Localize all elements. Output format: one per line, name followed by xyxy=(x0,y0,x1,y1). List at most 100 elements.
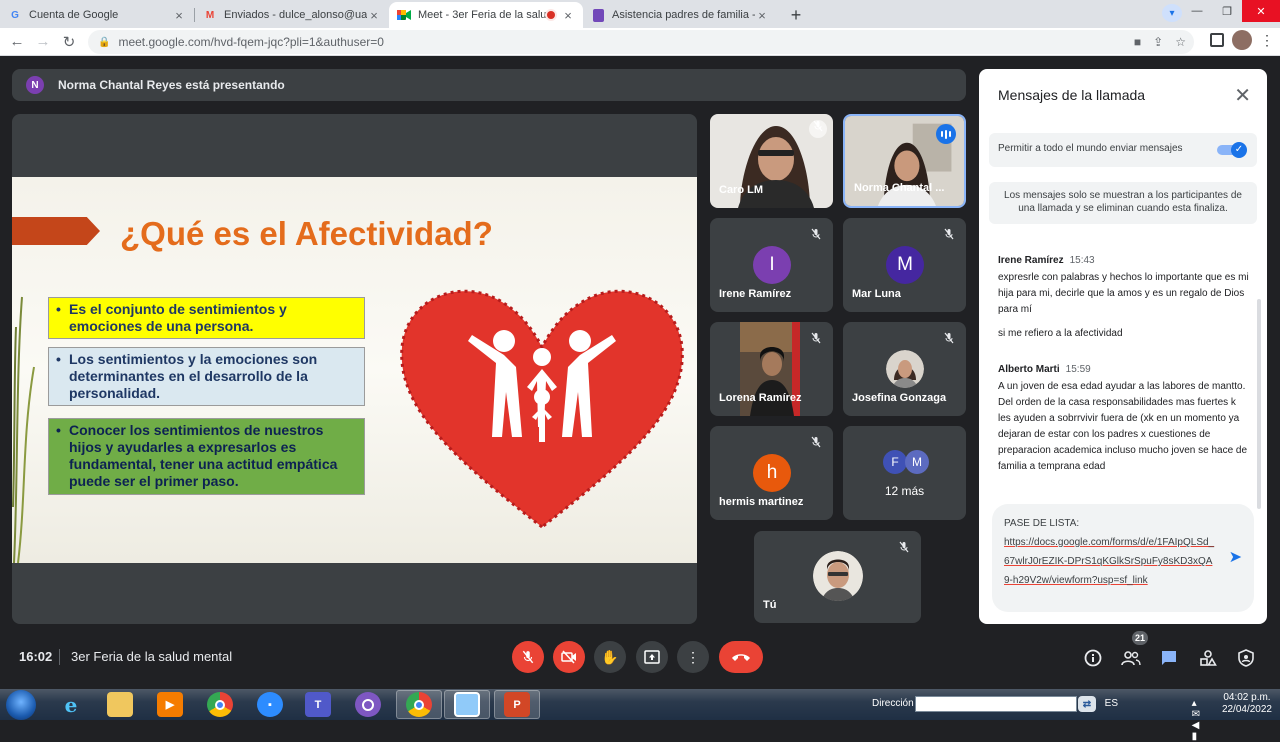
tab-title: Enviados - dulce_alonso@uaeh.e xyxy=(224,9,367,21)
compose-link-text[interactable]: https://docs.google.com/forms/d/e/1FAIpQ… xyxy=(1004,533,1216,590)
message-text: si me refiero a la afectividad xyxy=(998,328,1123,339)
presenting-text: Norma Chantal Reyes está presentando xyxy=(58,78,285,92)
participant-tile[interactable]: Norma Chantal ... xyxy=(843,114,966,208)
close-tab-icon[interactable]: × xyxy=(367,8,381,23)
close-tab-icon[interactable]: × xyxy=(561,8,575,23)
meet-control-bar: 16:02 3er Feria de la salud mental ✋ ⋮ 2… xyxy=(0,631,1280,683)
send-icon[interactable]: ➤ xyxy=(1229,548,1242,567)
meet-icon xyxy=(397,8,411,22)
gmail-icon: M xyxy=(205,9,215,21)
meet-window: N Norma Chantal Reyes está presentando ¿… xyxy=(0,57,1280,689)
chrome-icon[interactable] xyxy=(207,692,233,717)
participant-tile[interactable]: I Irene Ramírez xyxy=(710,218,833,312)
new-tab-button[interactable]: + xyxy=(783,2,809,28)
permission-label: Permitir a todo el mundo enviar mensajes xyxy=(998,143,1183,154)
tab-forms-attendance[interactable]: Asistencia padres de familia - For × xyxy=(583,2,777,28)
mic-off-icon xyxy=(522,650,534,664)
tab-title: Asistencia padres de familia - For xyxy=(612,9,755,21)
browser-menu-icon[interactable]: ⋮ xyxy=(1260,32,1274,49)
present-button[interactable] xyxy=(636,641,668,673)
participant-tile[interactable]: M Mar Luna xyxy=(843,218,966,312)
internet-explorer-icon[interactable]: e xyxy=(58,692,84,717)
tab-search-icon[interactable]: ▾ xyxy=(1162,4,1182,22)
teams-icon[interactable]: T xyxy=(305,692,331,717)
system-clock[interactable]: 04:02 p.m. 22/04/2022 xyxy=(1222,692,1272,716)
bookmark-star-icon[interactable]: ☆ xyxy=(1175,35,1186,49)
windows-start-button[interactable] xyxy=(6,690,36,720)
participant-tile[interactable]: Lorena Ramírez xyxy=(710,322,833,416)
browser-tab-strip: G Cuenta de Google × M Enviados - dulce_… xyxy=(0,0,1280,28)
chat-title: Mensajes de la llamada xyxy=(998,87,1146,103)
lock-icon[interactable]: 🔒 xyxy=(98,37,110,48)
activities-icon[interactable] xyxy=(1197,647,1219,669)
participant-name: Norma Chantal ... xyxy=(854,182,945,194)
close-tab-icon[interactable]: × xyxy=(755,8,769,23)
address-bar[interactable]: 🔒 meet.google.com/hvd-fqem-jqc?pli=1&aut… xyxy=(88,30,1194,54)
media-player-icon[interactable]: ▶ xyxy=(157,692,183,717)
chat-permission-row: Permitir a todo el mundo enviar mensajes… xyxy=(989,133,1257,167)
microphone-off-button[interactable] xyxy=(512,641,544,673)
presentation-slide: ¿Qué es el Afectividad? Es el conjunto d… xyxy=(12,177,697,563)
message-author: Irene Ramírez xyxy=(998,255,1064,266)
presentation-stage[interactable]: ¿Qué es el Afectividad? Es el conjunto d… xyxy=(12,114,697,624)
raise-hand-button[interactable]: ✋ xyxy=(594,641,626,673)
participant-name: Caro LM xyxy=(719,184,763,196)
tab-meet[interactable]: Meet - 3er Feria de la salud m × xyxy=(389,2,583,28)
participant-name: hermis martinez xyxy=(719,496,804,508)
host-controls-icon[interactable] xyxy=(1235,647,1257,669)
forward-arrow-icon[interactable]: → xyxy=(30,29,56,55)
message-compose-box[interactable]: PASE DE LISTA: https://docs.google.com/f… xyxy=(992,504,1254,612)
leave-call-button[interactable] xyxy=(719,641,763,673)
permission-toggle[interactable]: ✓ xyxy=(1217,142,1247,158)
share-icon[interactable]: ⇪ xyxy=(1153,35,1163,49)
participant-tile[interactable]: Josefina Gonzaga xyxy=(843,322,966,416)
back-arrow-icon[interactable]: ← xyxy=(4,29,30,55)
zoom-icon[interactable]: ▪ xyxy=(257,692,283,717)
tray-icons[interactable]: ▴ ✉ ◀ ▮ xyxy=(1192,698,1200,742)
self-tile[interactable]: Tú xyxy=(754,531,921,623)
file-explorer-icon[interactable] xyxy=(107,692,133,717)
close-icon[interactable]: ✕ xyxy=(1234,83,1251,108)
meeting-title: 3er Feria de la salud mental xyxy=(71,649,233,664)
mic-off-icon xyxy=(809,120,827,138)
mic-off-icon xyxy=(809,228,823,242)
window-thumbnail-icon xyxy=(454,692,480,717)
omnibox-actions: ■ ⇪ ☆ xyxy=(1134,30,1186,54)
address-toolbar-input[interactable] xyxy=(915,696,1077,712)
participant-tile[interactable]: h hermis martinez xyxy=(710,426,833,520)
participant-count-badge: 21 xyxy=(1132,631,1148,645)
people-icon[interactable] xyxy=(1120,647,1142,669)
profile-avatar[interactable] xyxy=(1232,30,1252,50)
present-screen-icon xyxy=(644,650,660,664)
go-arrow-icon[interactable]: ⇄ xyxy=(1078,696,1096,712)
slide-title: ¿Qué es el Afectividad? xyxy=(120,215,493,252)
language-indicator[interactable]: ES xyxy=(1105,698,1118,709)
more-participants-tile[interactable]: F M 12 más xyxy=(843,426,966,520)
powerpoint-icon: P xyxy=(504,692,530,717)
avatar xyxy=(813,551,863,601)
participant-name: Lorena Ramírez xyxy=(719,392,802,404)
tab-title: Meet - 3er Feria de la salud m xyxy=(418,9,547,21)
slide-bullet: Conocer los sentimientos de nuestros hij… xyxy=(48,418,365,495)
close-tab-icon[interactable]: × xyxy=(172,8,186,23)
presenting-banner: N Norma Chantal Reyes está presentando xyxy=(12,69,966,101)
avatar: h xyxy=(753,454,791,492)
side-panel-icon[interactable] xyxy=(1210,33,1224,47)
minimize-icon[interactable]: — xyxy=(1182,0,1212,22)
participant-tile[interactable]: Caro LM xyxy=(710,114,833,208)
chat-panel: Mensajes de la llamada ✕ Permitir a todo… xyxy=(979,69,1267,624)
restore-icon[interactable]: ❐ xyxy=(1212,0,1242,22)
chat-icon[interactable] xyxy=(1158,647,1180,669)
purple-app-icon[interactable] xyxy=(355,692,381,717)
info-icon[interactable] xyxy=(1082,647,1104,669)
reload-icon[interactable]: ↻ xyxy=(56,29,82,55)
participant-name: Josefina Gonzaga xyxy=(852,392,947,404)
chat-messages: Irene Ramírez 15:43 expresrle con palabra… xyxy=(998,253,1250,483)
camera-off-button[interactable] xyxy=(553,641,585,673)
close-window-icon[interactable]: ✕ xyxy=(1242,0,1280,22)
more-options-button[interactable]: ⋮ xyxy=(677,641,709,673)
camera-in-use-icon[interactable]: ■ xyxy=(1134,35,1141,49)
tab-google-account[interactable]: G Cuenta de Google × xyxy=(0,2,194,28)
chat-scrollbar[interactable] xyxy=(1257,299,1261,509)
tab-gmail-sent[interactable]: M Enviados - dulce_alonso@uaeh.e × xyxy=(195,2,389,28)
